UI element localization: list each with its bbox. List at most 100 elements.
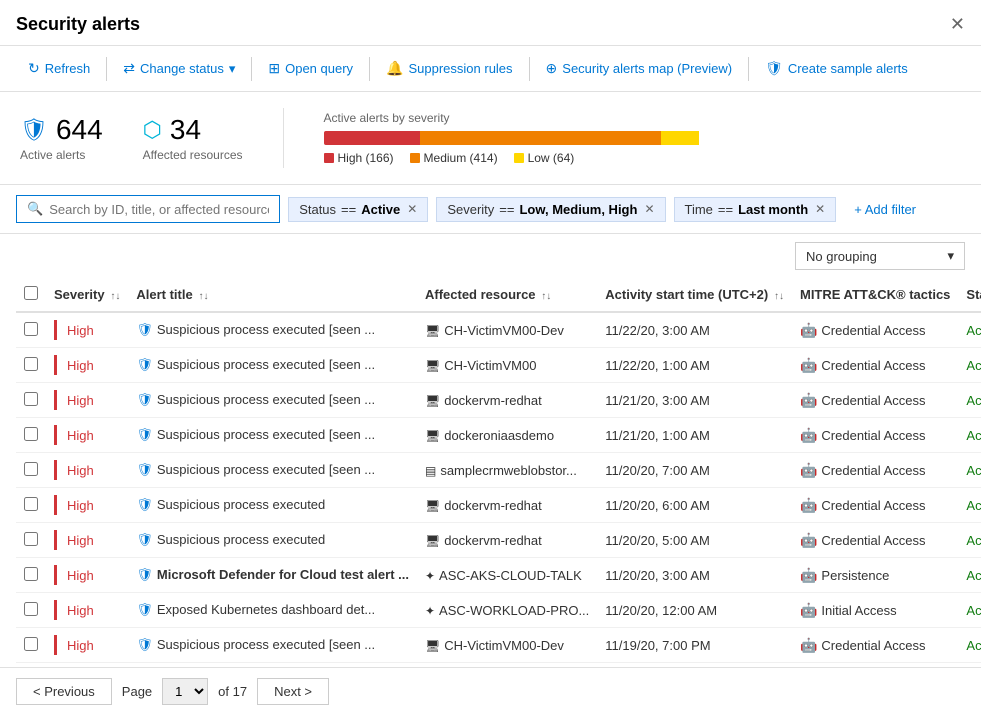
page-label: Page — [122, 684, 152, 699]
open-query-icon: ⊞ — [268, 60, 280, 77]
resource-name: ASC-AKS-CLOUD-TALK — [439, 568, 582, 583]
resource-cell: 🖥dockervm-redhat — [417, 383, 597, 418]
col-activity-time[interactable]: Activity start time (UTC+2) ↑↓ — [597, 278, 792, 312]
alert-title-cell[interactable]: 🛡Suspicious process executed — [128, 523, 417, 558]
filter-time-close[interactable]: ✕ — [815, 202, 825, 216]
alert-icon: 🛡 — [136, 322, 153, 337]
alert-title-cell[interactable]: 🛡Suspicious process executed [seen ... — [128, 628, 417, 663]
table-row[interactable]: High 🛡Exposed Kubernetes dashboard det..… — [16, 593, 981, 628]
row-checkbox-cell[interactable] — [16, 558, 46, 593]
row-checkbox-cell[interactable] — [16, 523, 46, 558]
row-checkbox-cell[interactable] — [16, 383, 46, 418]
table-row[interactable]: High 🛡Suspicious process executed 🖥docke… — [16, 523, 981, 558]
col-affected-resource[interactable]: Affected resource ↑↓ — [417, 278, 597, 312]
table-row[interactable]: High 🛡Suspicious process executed 🖥docke… — [16, 488, 981, 523]
alert-title-cell[interactable]: 🛡Suspicious process executed — [128, 488, 417, 523]
row-checkbox-cell[interactable] — [16, 488, 46, 523]
create-sample-button[interactable]: 🛡 Create sample alerts — [753, 54, 920, 83]
legend-medium: Medium (414) — [410, 151, 498, 165]
table-row[interactable]: High 🛡Suspicious process executed [seen … — [16, 418, 981, 453]
alert-title-value: Suspicious process executed [seen ... — [157, 322, 375, 337]
alert-title-cell[interactable]: 🛡Suspicious process executed [seen ... — [128, 348, 417, 383]
mitre-value: Credential Access — [821, 428, 925, 443]
table-row[interactable]: High 🛡Suspicious process executed [seen … — [16, 453, 981, 488]
suppression-rules-button[interactable]: 🔔 Suppression rules — [374, 54, 525, 83]
table-row[interactable]: High 🛡Suspicious process executed [seen … — [16, 628, 981, 663]
filter-severity-key: Severity — [447, 202, 494, 217]
row-checkbox-cell[interactable] — [16, 348, 46, 383]
filter-status-close[interactable]: ✕ — [407, 202, 417, 216]
search-box[interactable]: 🔍 — [16, 195, 280, 223]
security-alerts-map-button[interactable]: ⊕ Security alerts map (Preview) — [534, 54, 745, 83]
severity-bar-indicator — [54, 425, 57, 445]
row-checkbox[interactable] — [24, 497, 38, 511]
select-all-header[interactable] — [16, 278, 46, 312]
time-value: 11/20/20, 7:00 AM — [605, 463, 710, 478]
grouping-select[interactable]: No grouping ▾ — [795, 242, 965, 270]
page-select[interactable]: 1 — [162, 678, 208, 705]
add-filter-button[interactable]: + Add filter — [844, 198, 926, 221]
separator-4 — [529, 57, 530, 81]
alert-title-cell[interactable]: 🛡Microsoft Defender for Cloud test alert… — [128, 558, 417, 593]
status-value: Active — [966, 358, 981, 373]
row-checkbox-cell[interactable] — [16, 453, 46, 488]
resource-cell: 🖥CH-VictimVM00-Dev — [417, 312, 597, 348]
status-cell: Active — [958, 628, 981, 663]
mitre-value: Persistence — [821, 568, 889, 583]
alert-title-value: Suspicious process executed [seen ... — [157, 357, 375, 372]
table-row[interactable]: High 🛡Microsoft Defender for Cloud test … — [16, 558, 981, 593]
alert-title-cell[interactable]: 🛡Suspicious process executed [seen ... — [128, 418, 417, 453]
active-alerts-label: Active alerts — [20, 148, 103, 162]
row-checkbox[interactable] — [24, 567, 38, 581]
row-checkbox[interactable] — [24, 637, 38, 651]
change-status-button[interactable]: ⇄ Change status ▾ — [111, 54, 247, 83]
severity-value: High — [67, 568, 94, 583]
row-checkbox-cell[interactable] — [16, 628, 46, 663]
next-button[interactable]: Next > — [257, 678, 329, 705]
close-button[interactable]: ✕ — [950, 14, 965, 35]
mitre-icon: 🤖 — [800, 532, 817, 548]
alert-title-cell[interactable]: 🛡 Suspicious process executed [seen ... — [128, 312, 417, 348]
row-checkbox[interactable] — [24, 602, 38, 616]
map-icon: ⊕ — [546, 60, 558, 77]
select-all-checkbox[interactable] — [24, 286, 38, 300]
mitre-value: Credential Access — [821, 463, 925, 478]
row-checkbox[interactable] — [24, 357, 38, 371]
filter-severity-close[interactable]: ✕ — [644, 202, 654, 216]
row-checkbox-cell[interactable] — [16, 418, 46, 453]
row-checkbox[interactable] — [24, 532, 38, 546]
severity-bar-indicator — [54, 600, 57, 620]
table-row[interactable]: High 🛡Suspicious process executed [seen … — [16, 383, 981, 418]
status-value: Active — [966, 568, 981, 583]
affected-resources-stat: ⬡ 34 Affected resources — [143, 114, 243, 162]
resource-cell: 🖥dockervm-redhat — [417, 488, 597, 523]
high-legend-label: High (166) — [338, 151, 394, 165]
col-status[interactable]: Status ↑↓ — [958, 278, 981, 312]
col-alert-title[interactable]: Alert title ↑↓ — [128, 278, 417, 312]
separator-3 — [369, 57, 370, 81]
alert-title-cell[interactable]: 🛡Suspicious process executed [seen ... — [128, 453, 417, 488]
row-checkbox-cell[interactable] — [16, 312, 46, 348]
row-checkbox[interactable] — [24, 462, 38, 476]
severity-bar-indicator — [54, 390, 57, 410]
grouping-chevron: ▾ — [947, 248, 954, 264]
alert-title-value: Suspicious process executed — [157, 497, 325, 512]
row-checkbox[interactable] — [24, 322, 38, 336]
open-query-button[interactable]: ⊞ Open query — [256, 54, 365, 83]
alert-title-cell[interactable]: 🛡Exposed Kubernetes dashboard det... — [128, 593, 417, 628]
prev-button[interactable]: < Previous — [16, 678, 112, 705]
col-severity[interactable]: Severity ↑↓ — [46, 278, 128, 312]
filter-severity-op: == — [499, 202, 514, 217]
status-value: Active — [966, 393, 981, 408]
row-checkbox[interactable] — [24, 427, 38, 441]
search-input[interactable] — [49, 202, 269, 217]
severity-bar-indicator — [54, 530, 57, 550]
row-checkbox-cell[interactable] — [16, 593, 46, 628]
time-cell: 11/21/20, 1:00 AM — [597, 418, 792, 453]
refresh-button[interactable]: ↻ Refresh — [16, 54, 102, 83]
alert-title-cell[interactable]: 🛡Suspicious process executed [seen ... — [128, 383, 417, 418]
separator-2 — [251, 57, 252, 81]
table-row[interactable]: High 🛡Suspicious process executed [seen … — [16, 312, 981, 348]
table-row[interactable]: High 🛡Suspicious process executed [seen … — [16, 348, 981, 383]
row-checkbox[interactable] — [24, 392, 38, 406]
